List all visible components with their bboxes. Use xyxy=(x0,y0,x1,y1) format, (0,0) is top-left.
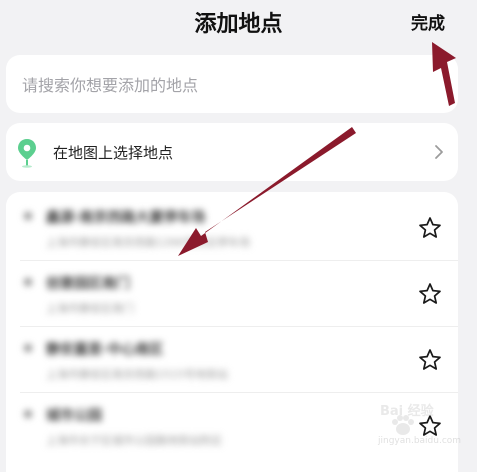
star-icon[interactable] xyxy=(418,282,442,306)
watermark: Bai 经验 jingyan.baidu.com xyxy=(378,402,462,452)
list-item[interactable]: 创意园区南门 上海市静安区南门 xyxy=(6,262,458,328)
place-title: 城市公园 xyxy=(46,408,102,424)
select-on-map-row[interactable]: 在地图上选择地点 xyxy=(6,123,458,181)
watermark-url: jingyan.baidu.com xyxy=(378,436,462,446)
place-dot xyxy=(24,410,32,418)
watermark-brand: Bai 经验 xyxy=(380,404,434,419)
list-item[interactable]: 鑫源·南京西路大厦停车场 上海市静安区南京西路1266号附近停车场 xyxy=(6,196,458,262)
page-title: 添加地点 xyxy=(194,12,283,37)
place-subtitle: 上海市静安区南京西路1266号附近停车场 xyxy=(46,236,250,249)
header-bar: 添加地点 完成 xyxy=(0,0,477,48)
list-item[interactable]: 静安嘉里·中心南区 上海市静安区南京西路1515号地铁站 xyxy=(6,328,458,394)
place-subtitle: 上海市静安区南京西路1515号地铁站 xyxy=(46,368,228,381)
row-divider xyxy=(20,260,458,261)
place-title: 静安嘉里·中心南区 xyxy=(46,342,164,358)
place-dot xyxy=(24,212,32,220)
done-button[interactable]: 完成 xyxy=(411,9,445,34)
place-dot xyxy=(24,344,32,352)
search-box[interactable] xyxy=(6,55,458,115)
star-icon[interactable] xyxy=(418,216,442,240)
place-subtitle: 上海市长宁区城市公园路地铁站附近 xyxy=(46,434,222,447)
place-title: 鑫源·南京西路大厦停车场 xyxy=(46,210,206,226)
place-dot xyxy=(24,278,32,286)
place-subtitle: 上海市静安区南门 xyxy=(46,302,134,315)
row-divider xyxy=(20,392,458,393)
place-title: 创意园区南门 xyxy=(46,276,130,292)
select-on-map-label: 在地图上选择地点 xyxy=(53,144,174,162)
star-icon[interactable] xyxy=(418,348,442,372)
chevron-right-icon xyxy=(435,145,443,159)
search-input[interactable] xyxy=(20,55,444,115)
map-pin-icon xyxy=(18,139,36,168)
row-divider xyxy=(20,326,458,327)
